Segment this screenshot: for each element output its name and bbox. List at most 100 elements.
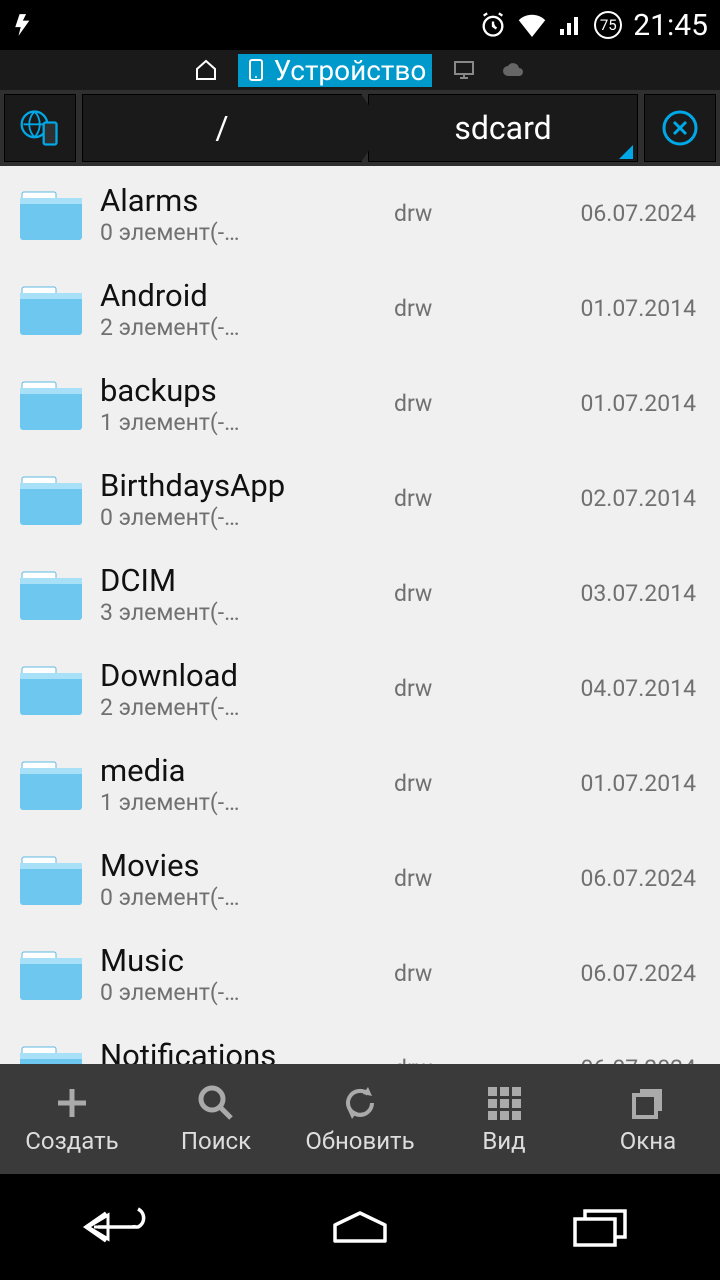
search-label: Поиск <box>181 1127 251 1155</box>
file-list[interactable]: Alarms 0 элемент(-… drw 06.07.2024 Andro… <box>0 166 720 1064</box>
file-row[interactable]: BirthdaysApp 0 элемент(-… drw 02.07.2014 <box>0 451 720 546</box>
file-info: Android 2 элемент(-… <box>100 277 380 341</box>
folder-icon <box>16 944 86 1004</box>
tab-cloud[interactable] <box>496 58 532 82</box>
status-bar: 75 21:45 <box>0 0 720 50</box>
folder-icon <box>16 469 86 529</box>
file-permissions: drw <box>394 485 514 512</box>
dropdown-indicator-icon <box>619 145 633 159</box>
breadcrumb-root-label: / <box>215 109 228 147</box>
breadcrumb-root[interactable]: / <box>82 94 362 162</box>
status-clock: 21:45 <box>633 8 708 43</box>
file-info: backups 1 элемент(-… <box>100 372 380 436</box>
create-button[interactable]: Создать <box>2 1083 142 1155</box>
create-label: Создать <box>25 1127 118 1155</box>
file-date: 01.07.2014 <box>528 770 708 797</box>
file-name: BirthdaysApp <box>100 467 380 504</box>
file-permissions: drw <box>394 675 514 702</box>
file-info: media 1 элемент(-… <box>100 752 380 816</box>
file-row[interactable]: Music 0 элемент(-… drw 06.07.2024 <box>0 926 720 1021</box>
file-permissions: drw <box>394 865 514 892</box>
file-name: Notifications <box>100 1037 380 1065</box>
file-name: backups <box>100 372 380 409</box>
file-info: Download 2 элемент(-… <box>100 657 380 721</box>
file-subtitle: 3 элемент(-… <box>100 599 250 626</box>
file-row[interactable]: DCIM 3 элемент(-… drw 03.07.2014 <box>0 546 720 641</box>
file-date: 03.07.2014 <box>528 580 708 607</box>
alarm-icon <box>479 11 507 39</box>
file-permissions: drw <box>394 1055 514 1064</box>
file-name: Download <box>100 657 380 694</box>
close-button[interactable] <box>644 94 716 162</box>
nav-recent-button[interactable] <box>540 1197 660 1257</box>
file-name: Music <box>100 942 380 979</box>
file-date: 06.07.2024 <box>528 960 708 987</box>
file-name: Movies <box>100 847 380 884</box>
bottom-toolbar: Создать Поиск Обновить Вид Окна <box>0 1064 720 1174</box>
location-tabs: Устройство <box>0 50 720 90</box>
breadcrumb-current[interactable]: sdcard <box>368 94 638 162</box>
file-name: Alarms <box>100 182 380 219</box>
file-name: Android <box>100 277 380 314</box>
tab-device-label: Устройство <box>274 54 427 87</box>
path-bar: / sdcard <box>0 90 720 166</box>
tab-computer[interactable] <box>446 58 482 82</box>
file-permissions: drw <box>394 580 514 607</box>
file-row[interactable]: Alarms 0 элемент(-… drw 06.07.2024 <box>0 166 720 261</box>
file-subtitle: 1 элемент(-… <box>100 409 250 436</box>
file-row[interactable]: media 1 элемент(-… drw 01.07.2014 <box>0 736 720 831</box>
nav-home-button[interactable] <box>300 1197 420 1257</box>
bolt-icon <box>12 12 38 38</box>
file-info: Alarms 0 элемент(-… <box>100 182 380 246</box>
folder-icon <box>16 564 86 624</box>
file-date: 02.07.2014 <box>528 485 708 512</box>
file-subtitle: 0 элемент(-… <box>100 504 250 531</box>
file-date: 04.07.2014 <box>528 675 708 702</box>
windows-icon <box>628 1083 668 1123</box>
file-date: 01.07.2014 <box>528 295 708 322</box>
file-date: 06.07.2024 <box>528 865 708 892</box>
folder-icon <box>16 754 86 814</box>
folder-icon <box>16 279 86 339</box>
battery-level: 75 <box>600 16 617 34</box>
tab-home[interactable] <box>188 58 224 82</box>
plus-icon <box>52 1083 92 1123</box>
folder-icon <box>16 849 86 909</box>
file-row[interactable]: Download 2 элемент(-… drw 04.07.2014 <box>0 641 720 736</box>
file-permissions: drw <box>394 960 514 987</box>
file-permissions: drw <box>394 200 514 227</box>
search-button[interactable]: Поиск <box>146 1083 286 1155</box>
view-button[interactable]: Вид <box>434 1083 574 1155</box>
refresh-icon <box>340 1083 380 1123</box>
file-subtitle: 0 элемент(-… <box>100 884 250 911</box>
file-info: DCIM 3 элемент(-… <box>100 562 380 626</box>
folder-icon <box>16 374 86 434</box>
file-date: 06.07.2024 <box>528 200 708 227</box>
signal-icon <box>557 13 583 37</box>
breadcrumb-current-label: sdcard <box>454 109 551 147</box>
file-row[interactable]: Notifications 0 элемент(-… drw 06.07.202… <box>0 1021 720 1064</box>
file-permissions: drw <box>394 770 514 797</box>
file-permissions: drw <box>394 295 514 322</box>
refresh-button[interactable]: Обновить <box>290 1083 430 1155</box>
file-row[interactable]: Movies 0 элемент(-… drw 06.07.2024 <box>0 831 720 926</box>
nav-back-button[interactable] <box>60 1197 180 1257</box>
folder-icon <box>16 1039 86 1065</box>
file-date: 06.07.2024 <box>528 1055 708 1064</box>
file-info: Movies 0 элемент(-… <box>100 847 380 911</box>
file-row[interactable]: backups 1 элемент(-… drw 01.07.2014 <box>0 356 720 451</box>
windows-button[interactable]: Окна <box>578 1083 718 1155</box>
device-select-button[interactable] <box>4 94 76 162</box>
tab-device[interactable]: Устройство <box>238 54 433 87</box>
file-subtitle: 2 элемент(-… <box>100 314 250 341</box>
search-icon <box>196 1083 236 1123</box>
file-permissions: drw <box>394 390 514 417</box>
windows-label: Окна <box>620 1127 676 1155</box>
folder-icon <box>16 659 86 719</box>
file-subtitle: 0 элемент(-… <box>100 219 250 246</box>
grid-icon <box>484 1083 524 1123</box>
battery-icon: 75 <box>593 10 623 40</box>
nav-bar <box>0 1174 720 1280</box>
file-name: media <box>100 752 380 789</box>
file-row[interactable]: Android 2 элемент(-… drw 01.07.2014 <box>0 261 720 356</box>
